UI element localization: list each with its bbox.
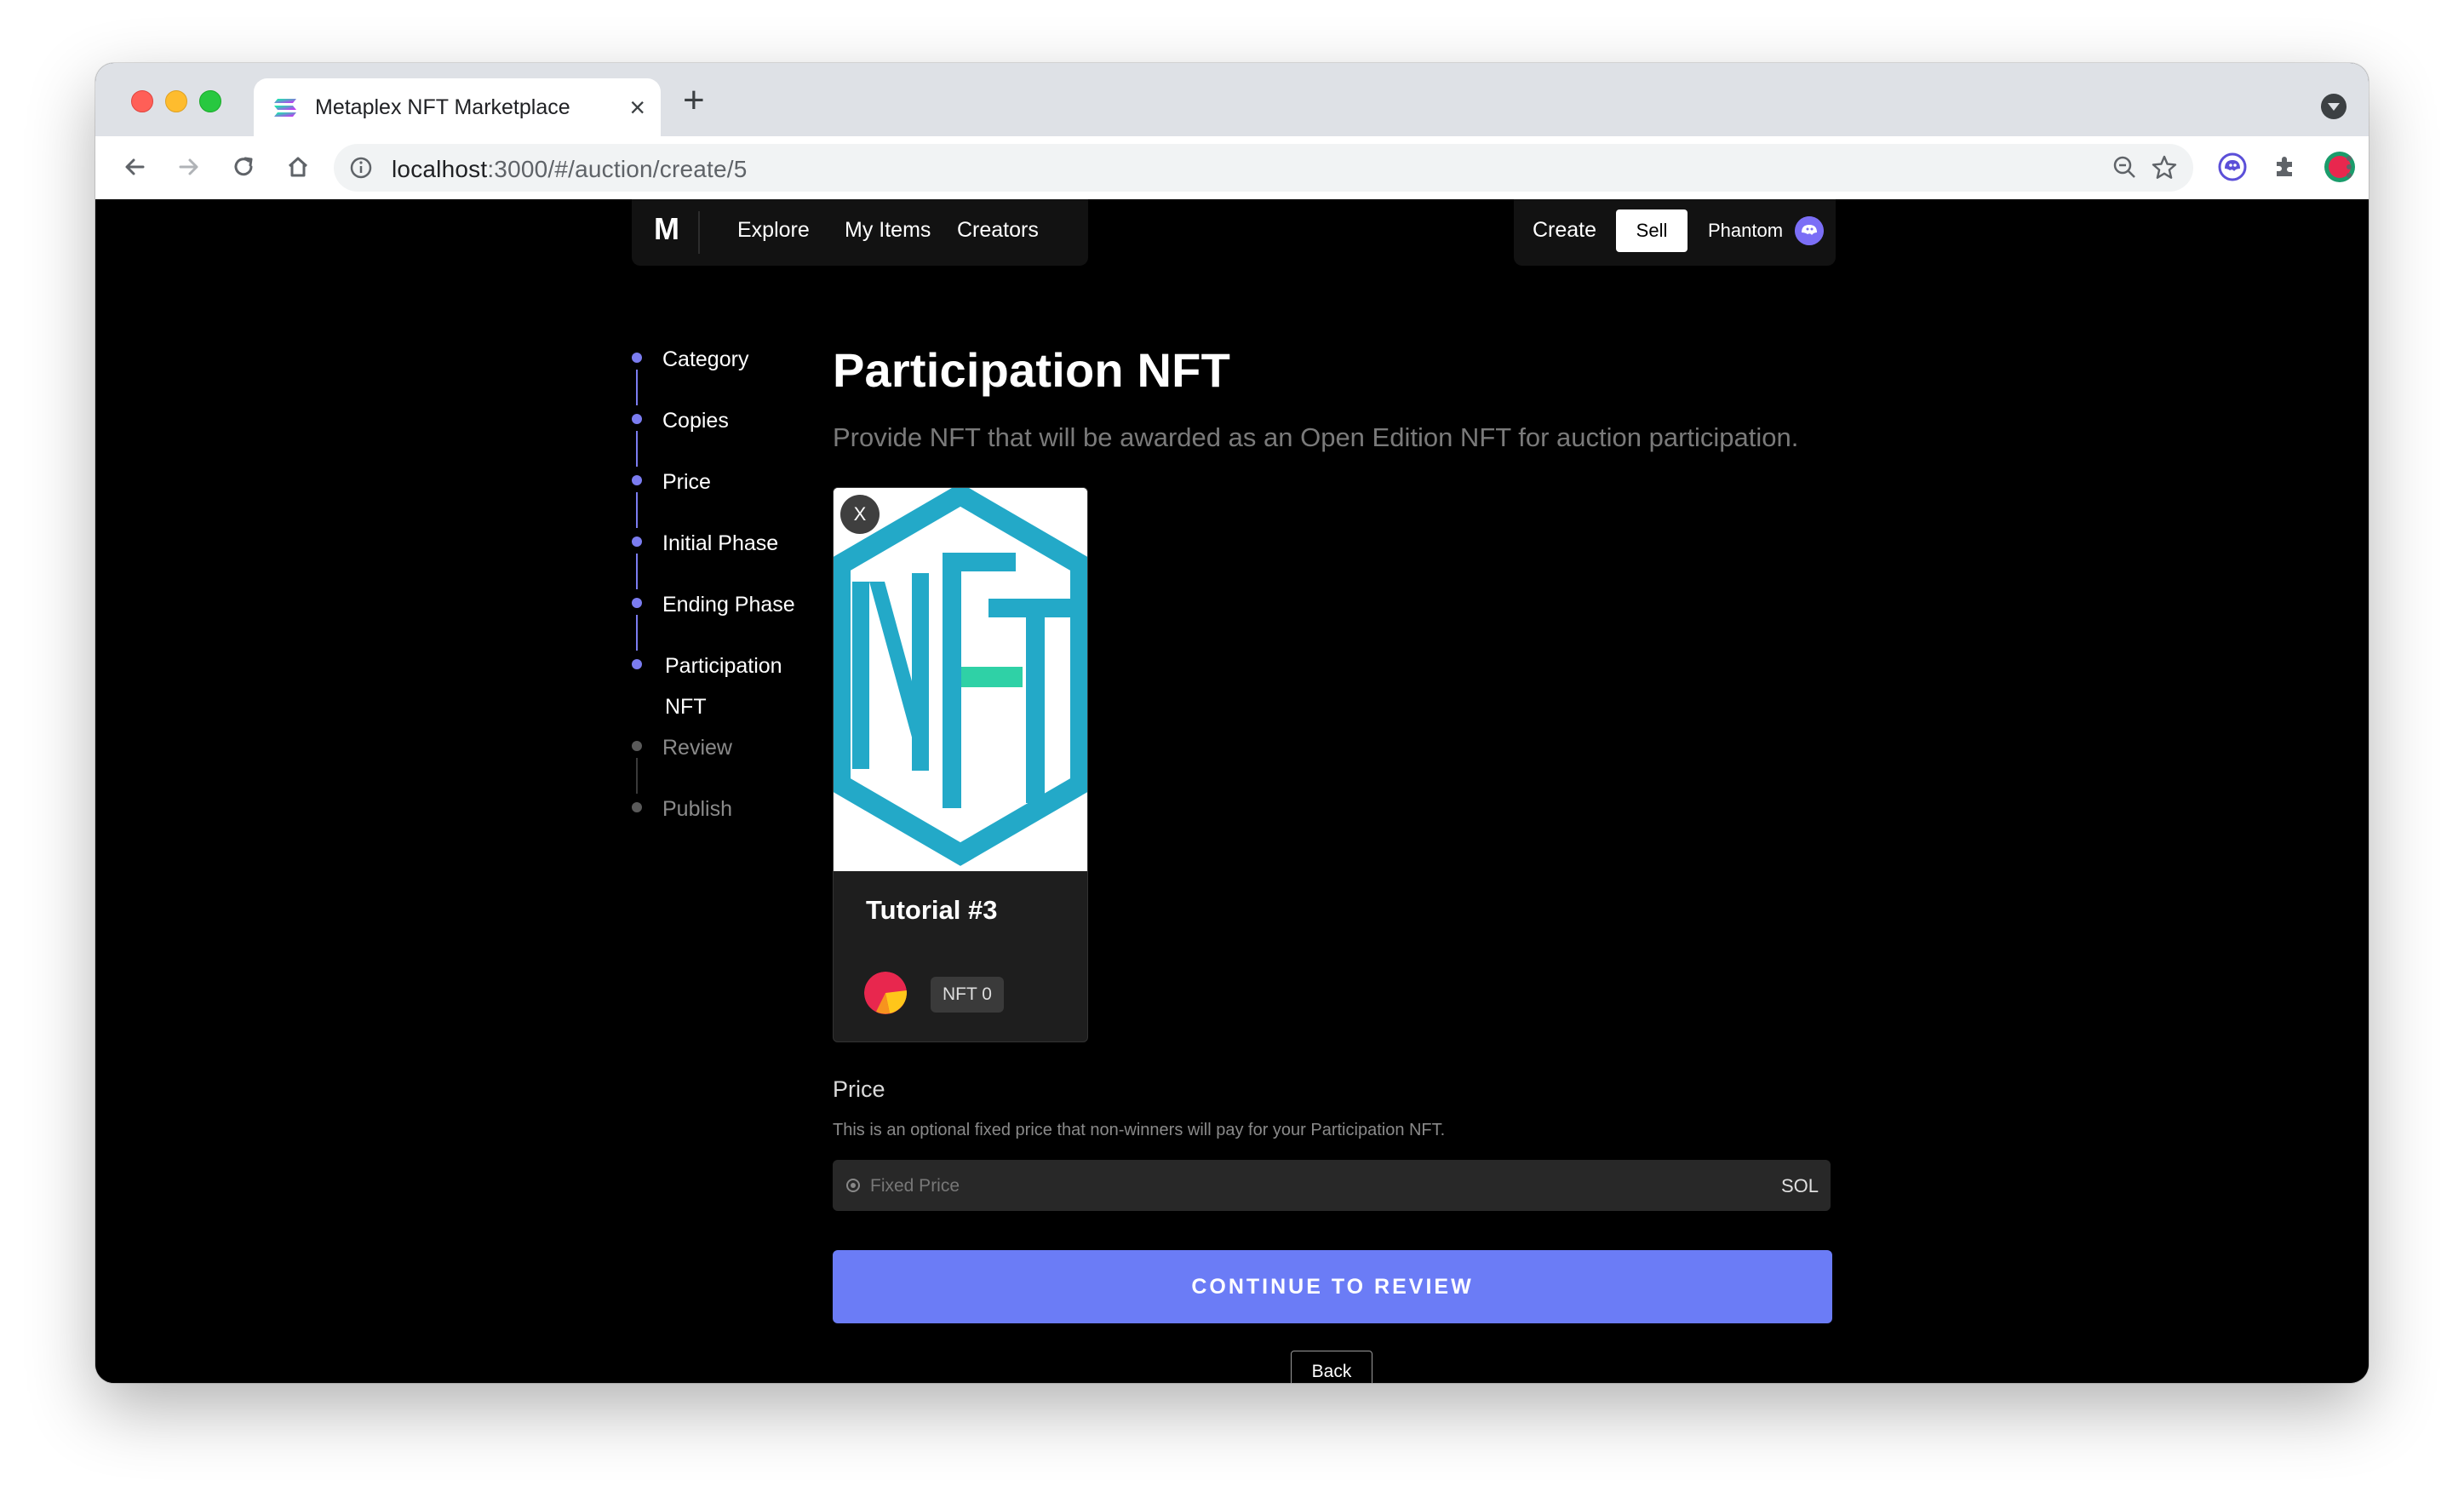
fixed-price-field[interactable]: SOL — [833, 1160, 1831, 1213]
nft-artwork-image — [834, 488, 1087, 871]
step-connector — [636, 554, 638, 589]
address-bar[interactable]: localhost:3000/#/auction/create/5 — [334, 144, 2193, 192]
nav-link-explore[interactable]: Explore — [737, 218, 810, 243]
nav-divider — [698, 211, 700, 254]
nav-link-creators[interactable]: Creators — [957, 218, 1039, 243]
back-button[interactable]: Back — [1291, 1351, 1372, 1383]
step-connector — [636, 492, 638, 528]
step-dot — [632, 414, 642, 424]
phantom-wallet-icon[interactable] — [1795, 216, 1824, 245]
bookmark-star-icon[interactable] — [2151, 154, 2178, 181]
continue-to-review-button[interactable]: CONTINUE TO REVIEW — [833, 1250, 1832, 1323]
top-nav-left: M Explore My Items Creators — [632, 199, 1088, 266]
tab-close-icon[interactable]: × — [629, 90, 645, 124]
browser-menu-icon[interactable] — [2336, 148, 2362, 186]
extensions-puzzle-icon[interactable] — [2266, 148, 2304, 186]
step-connector — [636, 758, 638, 794]
edition-badge: NFT 0 — [931, 977, 1004, 1013]
participation-nft-card[interactable]: X Tutorial #3 NFT 0 — [833, 487, 1088, 1042]
zoom-out-icon[interactable] — [2112, 154, 2139, 181]
step-price[interactable]: Price — [662, 470, 711, 495]
step-connector — [636, 615, 638, 651]
remove-nft-button[interactable]: X — [840, 495, 880, 534]
page-title: Participation NFT — [833, 343, 1230, 397]
step-ending-phase[interactable]: Ending Phase — [662, 593, 795, 617]
step-dot — [632, 741, 642, 751]
step-participation-nft[interactable]: Participation — [665, 654, 782, 679]
phantom-extension-icon[interactable] — [2214, 148, 2251, 186]
step-dot — [632, 598, 642, 608]
reload-icon[interactable] — [225, 148, 262, 186]
price-label: Price — [833, 1076, 885, 1102]
create-link[interactable]: Create — [1533, 218, 1596, 243]
site-info-icon[interactable] — [349, 156, 373, 180]
nav-link-my-items[interactable]: My Items — [845, 218, 931, 243]
back-arrow-icon[interactable] — [116, 148, 153, 186]
top-nav-right: Create Sell Phantom — [1514, 199, 1836, 266]
nft-name: Tutorial #3 — [866, 895, 998, 925]
step-connector — [636, 431, 638, 467]
solana-favicon-icon — [274, 99, 296, 117]
tab-strip: Metaplex NFT Marketplace × + — [95, 63, 2369, 136]
page-subtitle: Provide NFT that will be awarded as an O… — [833, 422, 1799, 452]
sol-suffix: SOL — [1780, 1175, 1819, 1196]
maximize-window-button[interactable] — [199, 90, 221, 112]
metaplex-logo[interactable]: M — [654, 211, 679, 247]
minimize-window-button[interactable] — [165, 90, 187, 112]
fixed-price-input[interactable] — [868, 1160, 1723, 1213]
url-text[interactable]: localhost:3000/#/auction/create/5 — [392, 156, 748, 183]
step-copies[interactable]: Copies — [662, 409, 729, 433]
tab-title: Metaplex NFT Marketplace — [315, 95, 570, 119]
tab-search-icon[interactable] — [2321, 94, 2347, 119]
wallet-label[interactable]: Phantom — [1708, 220, 1783, 242]
new-tab-button[interactable]: + — [683, 82, 705, 119]
step-review[interactable]: Review — [662, 736, 732, 760]
step-dot-current — [632, 659, 642, 669]
step-dot — [632, 802, 642, 812]
step-publish[interactable]: Publish — [662, 797, 732, 822]
sol-coin-icon — [846, 1179, 860, 1192]
sell-button[interactable]: Sell — [1616, 209, 1688, 252]
step-participation-nft-line2[interactable]: NFT — [665, 695, 707, 720]
forward-arrow-icon[interactable] — [170, 148, 208, 186]
price-help-text: This is an optional fixed price that non… — [833, 1121, 1446, 1139]
page-content: M Explore My Items Creators Create Sell … — [95, 199, 2369, 1383]
browser-window: Metaplex NFT Marketplace × + localhost:3… — [95, 63, 2369, 1383]
browser-toolbar: localhost:3000/#/auction/create/5 — [95, 136, 2369, 200]
creator-avatar — [864, 972, 907, 1014]
step-dot — [632, 536, 642, 547]
home-icon[interactable] — [279, 148, 317, 186]
step-initial-phase[interactable]: Initial Phase — [662, 531, 778, 556]
browser-tab[interactable]: Metaplex NFT Marketplace × — [254, 78, 661, 136]
step-connector — [636, 370, 638, 405]
step-dot — [632, 475, 642, 485]
step-dot — [632, 353, 642, 363]
step-category[interactable]: Category — [662, 347, 748, 372]
close-window-button[interactable] — [131, 90, 153, 112]
